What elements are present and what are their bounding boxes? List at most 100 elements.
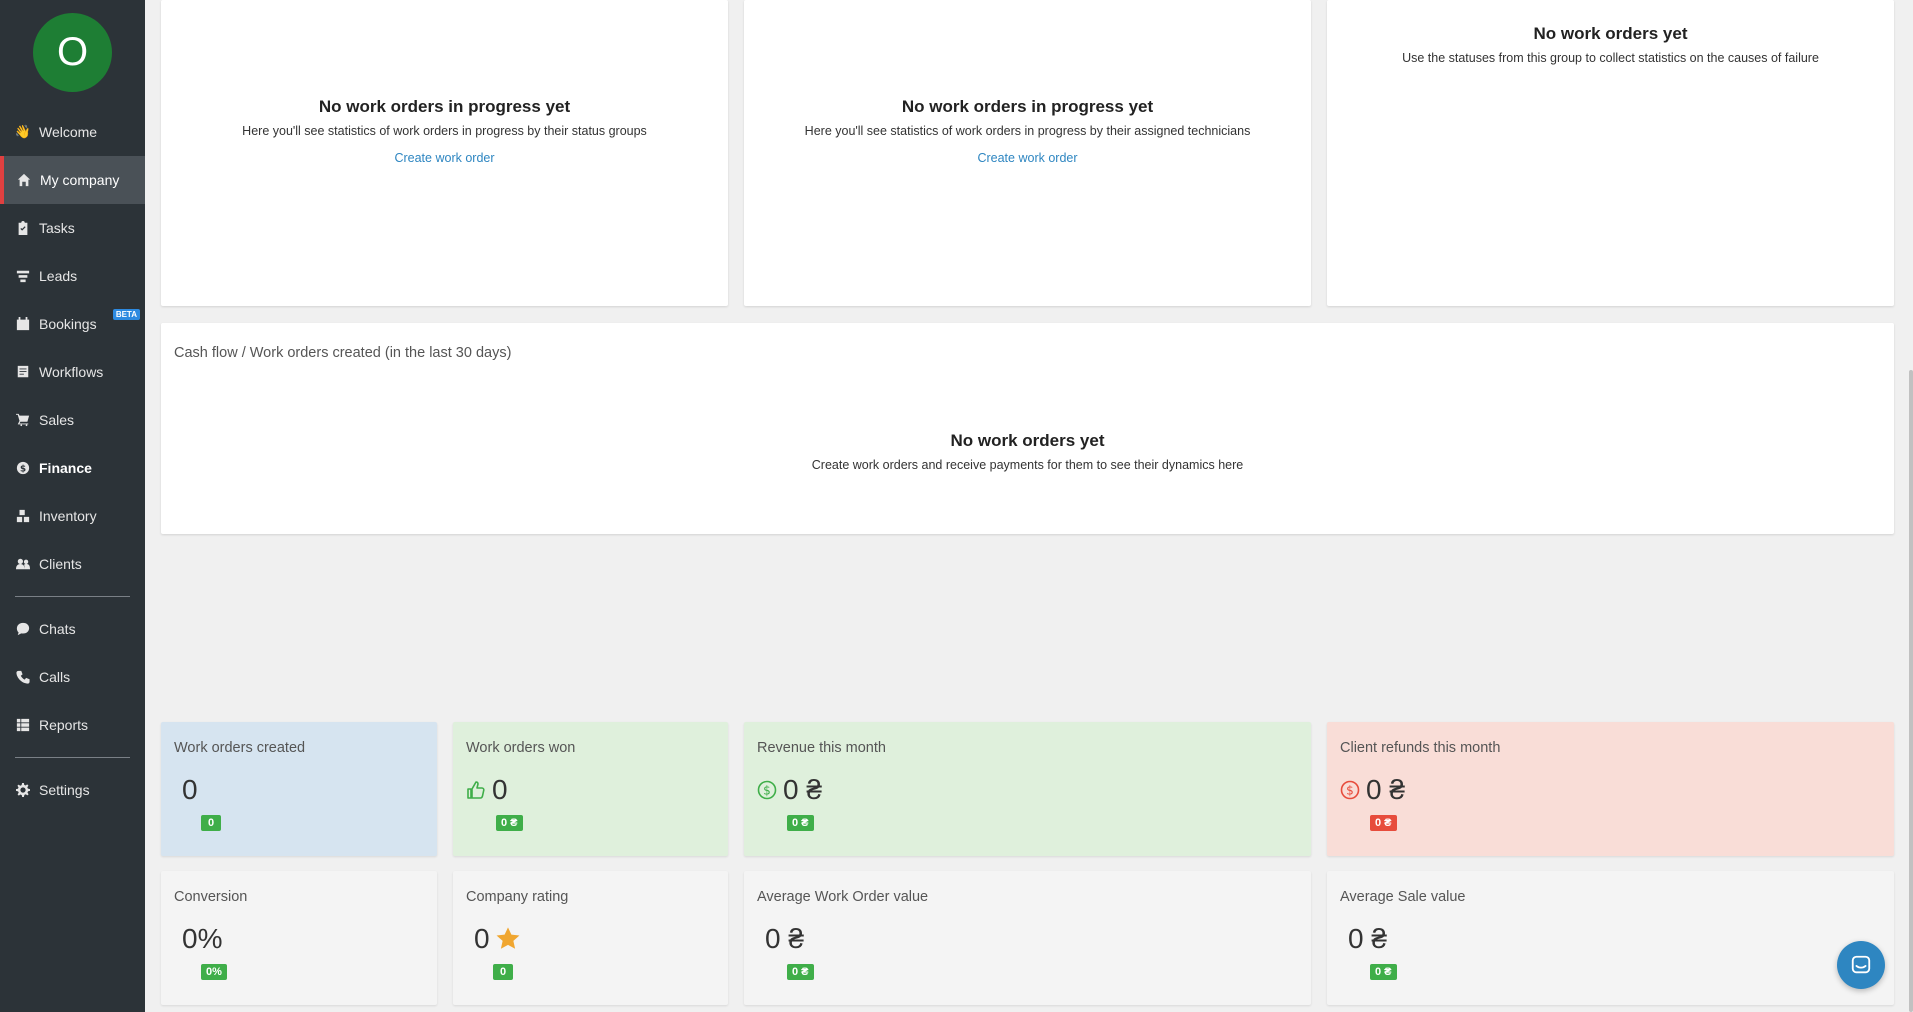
create-work-order-link[interactable]: Create work order [161,151,728,165]
sidebar-item-inventory[interactable]: Inventory [0,492,145,540]
sidebar-item-label: Inventory [39,508,97,524]
conversion-tile: Conversion 0% 0% [161,871,437,1005]
failure-causes-card: No work orders yet Use the statuses from… [1327,0,1894,306]
tile-label: Conversion [174,889,248,905]
funnel-icon [16,269,30,283]
tile-value-text: 0 [492,774,508,805]
sidebar-item-calls[interactable]: Calls [0,653,145,701]
empty-state-title: No work orders in progress yet [318,97,571,116]
sidebar-item-label: Calls [39,669,71,685]
tile-value-text: 0 ₴ [1366,774,1405,805]
support-chat-button[interactable] [1837,941,1885,989]
client-refunds-tile: Client refunds this month $ 0 ₴ 0 ₴ [1327,722,1894,856]
tile-label: Company rating [466,889,569,905]
sidebar-item-label: Clients [39,556,82,572]
nav-divider [15,757,130,758]
sidebar-item-label: Leads [39,268,78,284]
dollar-circle-icon: $ [757,780,777,800]
tile-value-text: 0 ₴ [765,923,804,954]
table-icon [16,718,30,732]
sidebar-item-leads[interactable]: Leads [0,252,145,300]
tile-badge: 0 ₴ [787,964,814,980]
nav-divider [15,596,130,597]
company-rating-tile: Company rating 0 0 [453,871,728,1005]
svg-text:$: $ [763,784,771,798]
chat-icon [16,622,30,636]
empty-state-title: No work orders in progress yet [901,97,1154,116]
thumbs-up-icon [466,780,486,800]
tile-label: Revenue this month [757,740,886,756]
chat-icon [1850,954,1872,976]
svg-text:$: $ [20,465,26,475]
work-orders-won-tile: Work orders won 0 0 ₴ [453,722,728,856]
cash-flow-card: Cash flow / Work orders created (in the … [161,323,1894,534]
tile-value: 0% [174,923,222,955]
tile-value-text: 0 ₴ [783,774,822,805]
empty-state-title: No work orders yet [1533,24,1688,43]
cart-icon [16,413,30,427]
users-icon [16,557,30,571]
main-content: No work orders in progress yet Here you'… [145,0,1913,1012]
sidebar-nav: 👋 Welcome My company Tasks Leads Booking… [0,108,145,814]
sidebar-item-my-company[interactable]: My company [0,156,145,204]
tile-value-text: 0 [474,923,490,954]
empty-state-subtitle: Create work orders and receive payments … [811,458,1244,472]
empty-state-subtitle: Use the statuses from this group to coll… [1402,51,1819,65]
tile-badge: 0 [201,815,221,831]
empty-state-subtitle: Here you'll see statistics of work order… [804,124,1251,138]
status-groups-card: No work orders in progress yet Here you'… [161,0,728,306]
sidebar-item-label: Chats [39,621,76,637]
sidebar-item-bookings[interactable]: Bookings BETA [0,300,145,348]
scrollbar[interactable] [1909,370,1913,1012]
sidebar-item-tasks[interactable]: Tasks [0,204,145,252]
sidebar-item-label: Sales [39,412,75,428]
tile-badge: 0 ₴ [787,815,814,831]
sidebar-item-label: Finance [39,460,92,476]
clipboard-check-icon [16,221,30,235]
average-sale-value-tile: Average Sale value 0 ₴ 0 ₴ [1327,871,1894,1005]
sidebar-item-chats[interactable]: Chats [0,605,145,653]
empty-state-title: No work orders yet [950,431,1105,450]
sidebar-item-workflows[interactable]: Workflows [0,348,145,396]
tile-label: Average Sale value [1340,889,1466,905]
sidebar-item-label: Settings [39,782,90,798]
sidebar-item-settings[interactable]: Settings [0,766,145,814]
tile-badge: 0 ₴ [1370,964,1397,980]
sidebar-item-welcome[interactable]: 👋 Welcome [0,108,145,156]
sidebar-item-label: Tasks [39,220,75,236]
dollar-circle-icon: $ [16,461,30,475]
average-work-order-value-tile: Average Work Order value 0 ₴ 0 ₴ [744,871,1311,1005]
sidebar-item-clients[interactable]: Clients [0,540,145,588]
sidebar-item-reports[interactable]: Reports [0,701,145,749]
tile-badge: 0 ₴ [1370,815,1397,831]
avatar[interactable]: O [33,13,112,92]
tile-value: 0 ₴ [1340,923,1387,955]
tile-value: 0 ₴ [757,923,804,955]
sidebar-item-label: Reports [39,717,89,733]
tile-badge: 0% [201,964,227,980]
star-icon [494,925,522,953]
work-orders-created-tile: Work orders created 0 0 [161,722,437,856]
sidebar-item-sales[interactable]: Sales [0,396,145,444]
tile-label: Average Work Order value [757,889,929,905]
tile-value: 0 [174,774,198,806]
sidebar-item-label: My company [40,172,120,188]
tile-label: Work orders won [466,740,576,756]
calendar-icon [16,317,30,331]
revenue-this-month-tile: Revenue this month $ 0 ₴ 0 ₴ [744,722,1311,856]
tile-label: Client refunds this month [1340,740,1501,756]
waving-hand-icon: 👋 [14,124,32,139]
sidebar-item-label: Workflows [39,364,104,380]
create-work-order-link[interactable]: Create work order [744,151,1311,165]
beta-badge: BETA [112,309,140,320]
tile-badge: 0 [493,964,513,980]
sidebar-item-finance[interactable]: $ Finance [0,444,145,492]
boxes-icon [16,509,30,523]
home-icon [17,173,31,187]
dollar-circle-icon: $ [1340,780,1360,800]
phone-icon [16,670,30,684]
cash-flow-title: Cash flow / Work orders created (in the … [174,345,512,361]
sidebar-item-label: Bookings [39,316,97,332]
sidebar: O 👋 Welcome My company Tasks Leads Booki… [0,0,145,1012]
tile-value-text: 0 [182,774,198,805]
